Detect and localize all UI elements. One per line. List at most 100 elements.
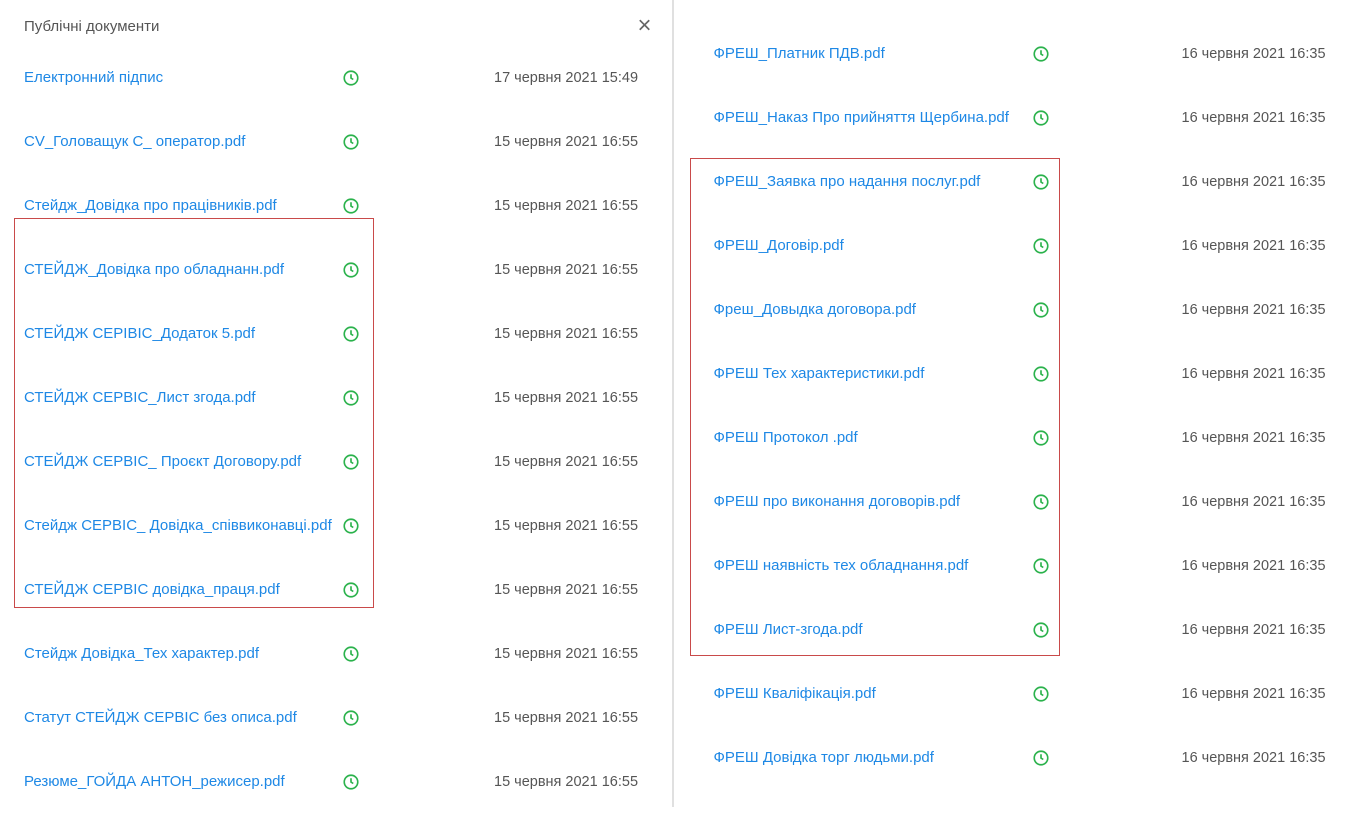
document-link[interactable]: ФРЕШ_Наказ Про прийняття Щербина.pdf [714,108,1032,128]
clock-icon [342,133,360,151]
document-date: 16 червня 2021 16:35 [1050,558,1345,574]
document-row: СТЕЙДЖ СЕРВІС довідка_праця.pdf 15 червня… [0,558,672,622]
document-row: ФРЕШ наявність тех обладнання.pdf 16 черв… [674,534,1345,598]
clock-icon [1032,237,1050,255]
clock-icon [1032,557,1050,575]
document-row: Стейдж СЕРВІС_ Довідка_співвиконавці.pdf… [0,494,672,558]
document-link[interactable]: СТЕЙДЖ СЕРВІС довідка_праця.pdf [24,580,342,600]
document-link[interactable]: ФРЕШ Довідка торг людьми.pdf [714,748,1032,768]
document-row: ФРЕШ Лист-згода.pdf 16 червня 2021 16:35 [674,598,1345,662]
clock-icon [342,69,360,87]
document-row: ФРЕШ_Платник ПДВ.pdf 16 червня 2021 16:35 [674,22,1345,86]
document-link[interactable]: СТЕЙДЖ_Довідка про обладнанн.pdf [24,260,342,280]
panel-title: Публічні документи [24,18,159,35]
document-link[interactable]: Резюме_ГОЙДА АНТОН_режисер.pdf [24,772,342,792]
panel-header: Публічні документи × [0,0,672,46]
document-row: ФРЕШ Довідка торг людьми.pdf 16 червня 20… [674,726,1345,790]
document-row: ФРЕШ Протокол .pdf 16 червня 2021 16:35 [674,406,1345,470]
clock-icon [1032,109,1050,127]
document-date: 17 червня 2021 15:49 [360,70,672,86]
document-date: 16 червня 2021 16:35 [1050,622,1345,638]
document-row: ФРЕШ_Договір.pdf 16 червня 2021 16:35 [674,214,1345,278]
document-date: 15 червня 2021 16:55 [360,134,672,150]
document-date: 16 червня 2021 16:35 [1050,174,1345,190]
document-date: 16 червня 2021 16:35 [1050,302,1345,318]
document-row: СТЕЙДЖ СЕРВІС_Лист згода.pdf 15 червня 20… [0,366,672,430]
clock-icon [342,581,360,599]
document-link[interactable]: Статут СТЕЙДЖ СЕРВІС без описа.pdf [24,708,342,728]
document-link[interactable]: ФРЕШ Тех характеристики.pdf [714,364,1032,384]
document-date: 15 червня 2021 16:55 [360,518,672,534]
document-date: 15 червня 2021 16:55 [360,454,672,470]
document-date: 16 червня 2021 16:35 [1050,238,1345,254]
document-row: Резюме_ГОЙДА АНТОН_режисер.pdf 15 червня … [0,750,672,814]
document-link[interactable]: СТЕЙДЖ СЕРІВІС_Додаток 5.pdf [24,324,342,344]
document-link[interactable]: Стейдж Довідка_Тех характер.pdf [24,644,342,664]
clock-icon [342,645,360,663]
document-link[interactable]: CV_Головащук С_ оператор.pdf [24,132,342,152]
document-date: 15 червня 2021 16:55 [360,262,672,278]
clock-icon [1032,429,1050,447]
clock-icon [342,517,360,535]
clock-icon [1032,365,1050,383]
document-link[interactable]: СТЕЙДЖ СЕРВІС_ Проєкт Договору.pdf [24,452,342,472]
document-row: СТЕЙДЖ_Довідка про обладнанн.pdf 15 червн… [0,238,672,302]
document-link[interactable]: ФРЕШ про виконання договорів.pdf [714,492,1032,512]
document-row: Фреш_Довыдка договора.pdf 16 червня 2021 … [674,278,1345,342]
document-date: 16 червня 2021 16:35 [1050,750,1345,766]
clock-icon [342,325,360,343]
document-link[interactable]: ФРЕШ_Договір.pdf [714,236,1032,256]
left-panel: Публічні документи × Електронний підпис 1… [0,0,674,807]
clock-icon [342,453,360,471]
document-date: 16 червня 2021 16:35 [1050,686,1345,702]
document-date: 16 червня 2021 16:35 [1050,494,1345,510]
document-row: Стейдж_Довідка про працівників.pdf 15 чер… [0,174,672,238]
document-date: 15 червня 2021 16:55 [360,774,672,790]
document-link[interactable]: ФРЕШ Протокол .pdf [714,428,1032,448]
document-row: СТЕЙДЖ СЕРВІС_ Проєкт Договору.pdf 15 чер… [0,430,672,494]
document-link[interactable]: Електронний підпис [24,68,342,88]
close-icon[interactable]: × [637,14,651,38]
document-list-right: ФРЕШ_Платник ПДВ.pdf 16 червня 2021 16:35… [674,0,1345,790]
document-date: 15 червня 2021 16:55 [360,390,672,406]
clock-icon [1032,45,1050,63]
document-link[interactable]: ФРЕШ Кваліфікація.pdf [714,684,1032,704]
clock-icon [1032,493,1050,511]
clock-icon [1032,685,1050,703]
document-row: СТЕЙДЖ СЕРІВІС_Додаток 5.pdf 15 червня 20… [0,302,672,366]
document-date: 16 червня 2021 16:35 [1050,110,1345,126]
document-row: ФРЕШ_Наказ Про прийняття Щербина.pdf 16 ч… [674,86,1345,150]
clock-icon [342,197,360,215]
document-date: 16 червня 2021 16:35 [1050,430,1345,446]
document-row: CV_Головащук С_ оператор.pdf 15 червня 20… [0,110,672,174]
document-link[interactable]: ФРЕШ_Платник ПДВ.pdf [714,44,1032,64]
document-link[interactable]: СТЕЙДЖ СЕРВІС_Лист згода.pdf [24,388,342,408]
document-date: 15 червня 2021 16:55 [360,582,672,598]
document-link[interactable]: Стейдж_Довідка про працівників.pdf [24,196,342,216]
document-link[interactable]: Стейдж СЕРВІС_ Довідка_співвиконавці.pdf [24,516,342,536]
document-row: ФРЕШ_Заявка про надання послуг.pdf 16 чер… [674,150,1345,214]
document-date: 16 червня 2021 16:35 [1050,366,1345,382]
document-row: ФРЕШ про виконання договорів.pdf 16 червн… [674,470,1345,534]
clock-icon [1032,621,1050,639]
document-link[interactable]: Фреш_Довыдка договора.pdf [714,300,1032,320]
document-link[interactable]: ФРЕШ наявність тех обладнання.pdf [714,556,1032,576]
document-link[interactable]: ФРЕШ_Заявка про надання послуг.pdf [714,172,1032,192]
document-row: Електронний підпис 17 червня 2021 15:49 [0,46,672,110]
document-date: 15 червня 2021 16:55 [360,646,672,662]
clock-icon [342,709,360,727]
document-row: Стейдж Довідка_Тех характер.pdf 15 червня… [0,622,672,686]
document-date: 15 червня 2021 16:55 [360,710,672,726]
clock-icon [1032,301,1050,319]
clock-icon [1032,749,1050,767]
document-link[interactable]: ФРЕШ Лист-згода.pdf [714,620,1032,640]
document-row: ФРЕШ Кваліфікація.pdf 16 червня 2021 16:3… [674,662,1345,726]
clock-icon [342,773,360,791]
document-date: 16 червня 2021 16:35 [1050,46,1345,62]
document-list-left: Електронний підпис 17 червня 2021 15:49 CV… [0,46,672,814]
clock-icon [342,389,360,407]
document-row: ФРЕШ Тех характеристики.pdf 16 червня 202… [674,342,1345,406]
document-date: 15 червня 2021 16:55 [360,198,672,214]
document-date: 15 червня 2021 16:55 [360,326,672,342]
right-panel: ФРЕШ_Платник ПДВ.pdf 16 червня 2021 16:35… [674,0,1345,807]
